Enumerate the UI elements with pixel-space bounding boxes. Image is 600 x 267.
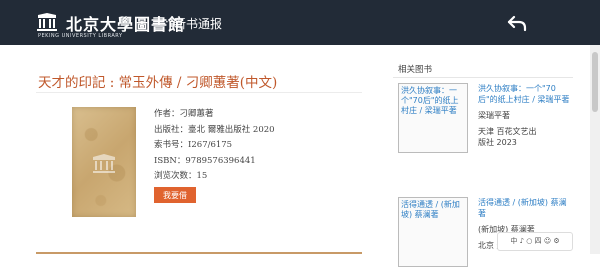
related-book-info: 洪久协叙事：一个"70后"的纸上村庄 / 梁瑞平著 梁瑞平著 天津 百花文艺出 …: [478, 83, 573, 148]
author-row: 作者：刁卿蕙著: [154, 107, 275, 123]
cover-emblem-icon: [93, 154, 115, 173]
book-cover-image: [72, 107, 136, 217]
input-method-toolbar[interactable]: 中 ♪ ○ 四 ☺ ⚙: [497, 232, 573, 251]
isbn-row: ISBN：9789576396441: [154, 154, 275, 170]
views-value: 15: [196, 171, 208, 181]
publisher-label: 出版社：: [154, 124, 189, 135]
related-book-title-link[interactable]: 洪久协叙事：一个"70后"的纸上村庄 / 梁瑞平著: [478, 83, 573, 105]
callno-row: 索书号：I267/6175: [154, 138, 275, 154]
book-title: 天才的印記 : 常玉外傳 / 刁卿蕙著(中文): [38, 75, 278, 91]
views-row: 浏览次数：15: [154, 169, 275, 185]
top-navbar: 北京大學圖書館 PEKING UNIVERSITY LIBRARY · 新书通报: [0, 0, 600, 45]
sidebar-divider: [393, 77, 573, 78]
header-separator: ·: [165, 15, 169, 29]
related-books-title: 相关图书: [398, 65, 433, 75]
isbn-label: ISBN：: [154, 155, 186, 166]
related-book-thumbnail[interactable]: 活得通透 / (新加坡) 蔡澜著: [398, 197, 468, 267]
library-emblem-icon: [37, 13, 57, 31]
library-name-en: PEKING UNIVERSITY LIBRARY: [38, 33, 123, 39]
related-book-title-link[interactable]: 活得通透 / (新加坡) 蔡澜著: [478, 197, 573, 219]
isbn-value: 9789576396441: [185, 155, 256, 166]
related-book-thumbnail[interactable]: 洪久协叙事：一个"70后"的纸上村庄 / 梁瑞平著: [398, 83, 468, 153]
book-detail: 天才的印記 : 常玉外傳 / 刁卿蕙著(中文) 作者：刁卿蕙著 出版社：臺北 爾…: [36, 45, 362, 254]
title-divider: [36, 92, 362, 93]
publisher-row: 出版社：臺北 爾雅出版社 2020: [154, 123, 275, 139]
borrow-button[interactable]: 我要借阅: [154, 187, 196, 216]
author-value: 刁卿蕙著: [179, 109, 214, 119]
callno-value: I267/6175: [188, 140, 233, 150]
related-book-author: 梁瑞平著: [478, 111, 510, 120]
related-book-publisher: 天津 百花文艺出: [478, 127, 537, 136]
page-subtitle: 新书通报: [174, 17, 223, 31]
book-metadata: 作者：刁卿蕙著 出版社：臺北 爾雅出版社 2020 索书号：I267/6175 …: [154, 107, 275, 185]
views-label: 浏览次数：: [154, 171, 197, 181]
related-books-sidebar: 相关图书 洪久协叙事：一个"70后"的纸上村庄 / 梁瑞平著 洪久协叙事：一个"…: [393, 45, 573, 267]
author-label: 作者：: [154, 109, 180, 119]
back-arrow-icon[interactable]: [507, 14, 527, 32]
callno-label: 索书号：: [154, 140, 189, 150]
publisher-value: 臺北 爾雅出版社 2020: [188, 124, 275, 135]
related-book-year: 版社 2023: [478, 138, 517, 147]
scrollbar-thumb[interactable]: [592, 52, 598, 112]
